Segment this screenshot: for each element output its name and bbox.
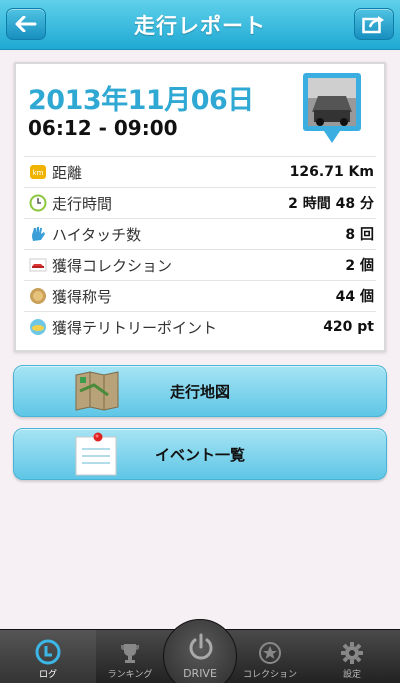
stat-label: 獲得称号: [52, 287, 113, 306]
stat-value: 420 pt: [323, 319, 374, 335]
stat-label: 獲得テリトリーポイント: [52, 318, 218, 337]
report-card: 2013年11月06日 06:12 - 09:00 km 距離 126.71 K…: [14, 62, 386, 352]
stat-row-drive-time: 走行時間 2 時間 48 分: [24, 187, 376, 218]
spot-icon: [28, 317, 48, 337]
stat-label: 獲得コレクション: [52, 256, 173, 275]
share-icon: [362, 16, 384, 34]
back-arrow-icon: [15, 16, 37, 32]
tab-ranking-label: ランキング: [107, 670, 153, 680]
drive-label: DRIVE: [183, 667, 217, 680]
driving-map-label: 走行地図: [169, 382, 230, 401]
header-bar: 走行レポート: [0, 0, 400, 50]
trophy-icon: [121, 644, 139, 663]
share-button[interactable]: [354, 8, 394, 40]
report-date: 2013年11月06日: [28, 85, 254, 116]
medal-icon: [28, 286, 48, 306]
tab-log-label: ログ: [38, 670, 57, 680]
stat-label: ハイタッチ数: [52, 225, 142, 244]
km-icon: km: [28, 162, 48, 182]
stat-row-titles: 獲得称号 44 個: [24, 280, 376, 311]
report-time-range: 06:12 - 09:00: [28, 116, 178, 140]
tab-settings-label: 設定: [342, 670, 361, 680]
stat-label: 距離: [52, 163, 83, 182]
back-button[interactable]: [6, 8, 46, 40]
gear-icon: [341, 642, 363, 664]
clock-icon: [28, 193, 48, 213]
stat-value: 2 個: [345, 258, 374, 274]
tab-collection-label: コレクション: [242, 670, 297, 680]
svg-text:km: km: [33, 169, 44, 177]
stat-label: 走行時間: [52, 194, 113, 213]
tab-ranking[interactable]: ランキング: [96, 630, 164, 683]
stat-value: 126.71 Km: [289, 164, 374, 180]
event-list-button[interactable]: イベント一覧: [13, 428, 387, 480]
driving-map-button[interactable]: 走行地図: [13, 365, 387, 417]
event-list-label: イベント一覧: [154, 445, 245, 464]
stat-value: 44 個: [335, 289, 374, 305]
tab-collection[interactable]: コレクション: [236, 630, 304, 683]
tab-log[interactable]: ログ: [0, 630, 96, 683]
car-icon: [28, 255, 48, 275]
photo-pin-icon: [303, 73, 361, 143]
stat-row-distance: km 距離 126.71 Km: [24, 156, 376, 187]
page-title: 走行レポート: [134, 13, 266, 38]
stat-value: 2 時間 48 分: [288, 196, 374, 212]
clock-l-icon: [35, 639, 61, 665]
high-five-hand-icon: [28, 224, 48, 244]
stat-row-territory: 獲得テリトリーポイント 420 pt: [24, 311, 376, 342]
stats-list: km 距離 126.71 Km 走行時間 2 時間 48 分 ハイタッチ数 8 …: [24, 156, 376, 342]
stat-row-high-touch: ハイタッチ数 8 回: [24, 218, 376, 249]
stat-row-collection: 獲得コレクション 2 個: [24, 249, 376, 280]
stat-value: 8 回: [345, 227, 374, 243]
star-circle-icon: [259, 642, 281, 664]
photo-pin[interactable]: [302, 72, 362, 144]
tab-settings[interactable]: 設定: [304, 630, 400, 683]
power-icon: [189, 633, 213, 660]
drive-button[interactable]: DRIVE: [163, 619, 237, 683]
